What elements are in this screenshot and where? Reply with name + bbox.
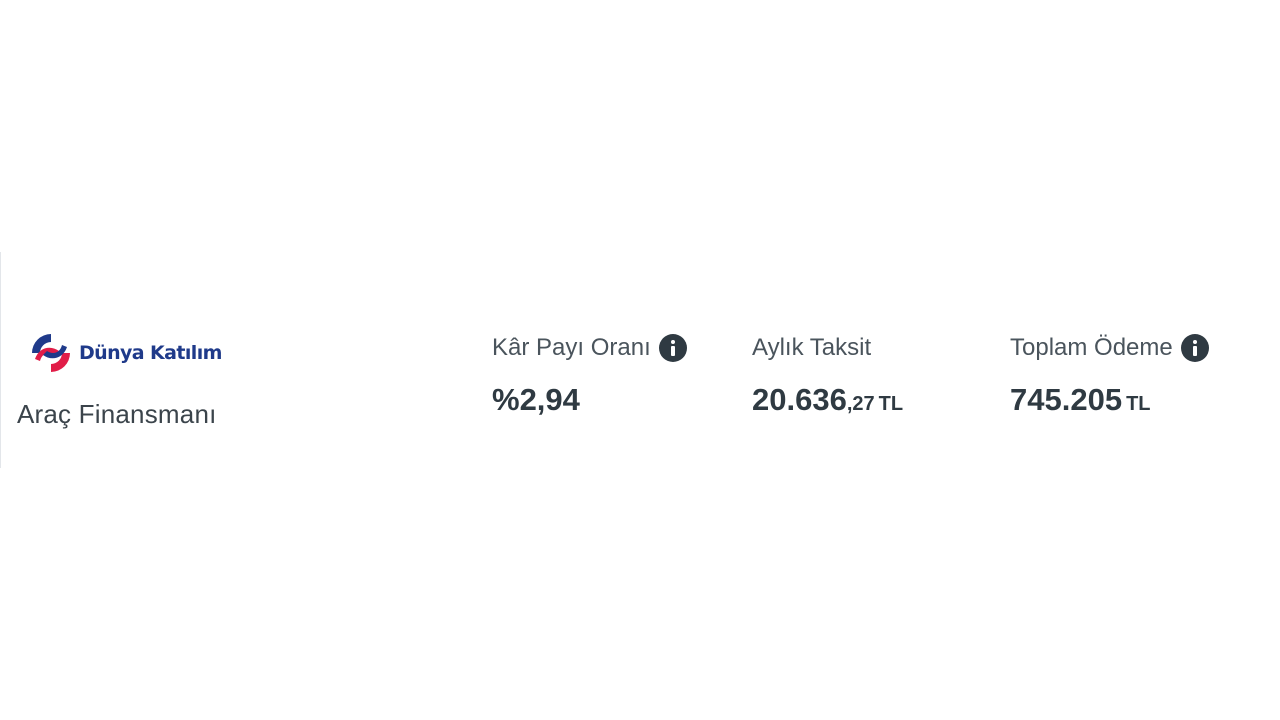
bank-logo: Dünya Katılım [29,330,222,376]
monthly-installment-value: 20.636,27 TL [752,382,903,418]
profit-rate-value: %2,94 [492,382,580,417]
product-name: Araç Finansmanı [17,399,217,429]
monthly-installment-decimal: ,27 [846,393,875,415]
monthly-installment-label: Aylık Taksit [752,334,872,361]
total-payment-label: Toplam Ödeme [1010,334,1173,361]
profit-rate-metric: Kâr Payı Oranı %2,94 [492,330,687,418]
info-icon[interactable] [658,334,687,362]
bank-name: Dünya Katılım [79,342,222,364]
total-payment-value: 745.205 TL [1010,382,1209,418]
monthly-installment-currency: TL [878,393,904,415]
monthly-installment-metric: Aylık Taksit 20.636,27 TL [752,330,903,418]
info-icon[interactable] [1180,334,1209,362]
total-payment-amount: 745.205 [1010,382,1123,417]
profit-rate-label: Kâr Payı Oranı [492,334,651,361]
total-payment-metric: Toplam Ödeme 745.205 TL [1010,330,1209,418]
monthly-installment-main: 20.636 [752,382,847,417]
total-payment-currency: TL [1126,393,1151,415]
loan-offer-card[interactable]: Dünya Katılım Araç Finansmanı Kâr Payı O… [0,252,1280,468]
bank-logo-icon [32,334,70,372]
